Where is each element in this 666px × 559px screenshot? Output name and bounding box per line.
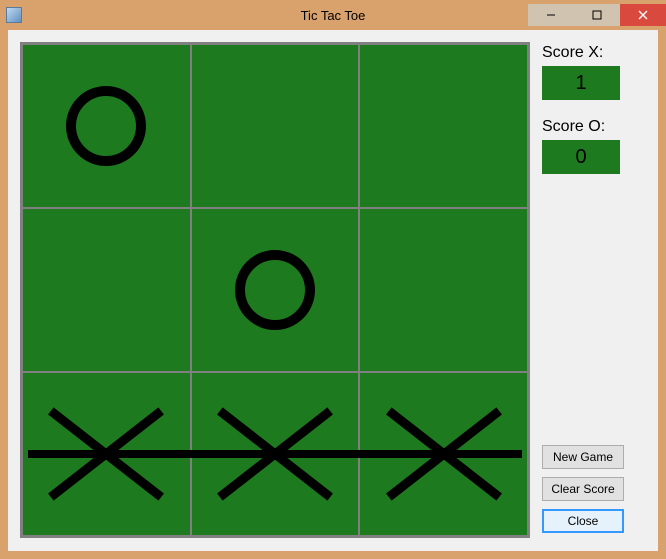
client-area: Score X: 1 Score O: 0 New Game Clear Sco… [8, 30, 658, 551]
score-x-label: Score X: [542, 44, 646, 62]
winning-line [28, 450, 522, 458]
cell-0-2[interactable] [359, 44, 528, 208]
cell-1-0[interactable] [22, 208, 191, 372]
window-minimize-button[interactable] [528, 4, 574, 26]
cell-0-1[interactable] [191, 44, 360, 208]
minimize-icon [546, 10, 556, 20]
clear-score-button[interactable]: Clear Score [542, 477, 624, 501]
window-close-button[interactable] [620, 4, 666, 26]
cell-1-2[interactable] [359, 208, 528, 372]
close-button[interactable]: Close [542, 509, 624, 533]
window-frame: Score X: 1 Score O: 0 New Game Clear Sco… [0, 30, 666, 559]
window-maximize-button[interactable] [574, 4, 620, 26]
score-o-value: 0 [542, 140, 620, 174]
score-x-value: 1 [542, 66, 620, 100]
maximize-icon [592, 10, 602, 20]
cell-0-0[interactable] [22, 44, 191, 208]
app-icon [6, 7, 22, 23]
cell-1-1[interactable] [191, 208, 360, 372]
close-icon [638, 10, 648, 20]
game-board [20, 42, 530, 538]
o-icon [235, 250, 315, 330]
window-titlebar: Tic Tac Toe [0, 0, 666, 30]
score-o-label: Score O: [542, 118, 646, 136]
o-icon [66, 86, 146, 166]
side-panel: Score X: 1 Score O: 0 New Game Clear Sco… [542, 30, 658, 551]
new-game-button[interactable]: New Game [542, 445, 624, 469]
